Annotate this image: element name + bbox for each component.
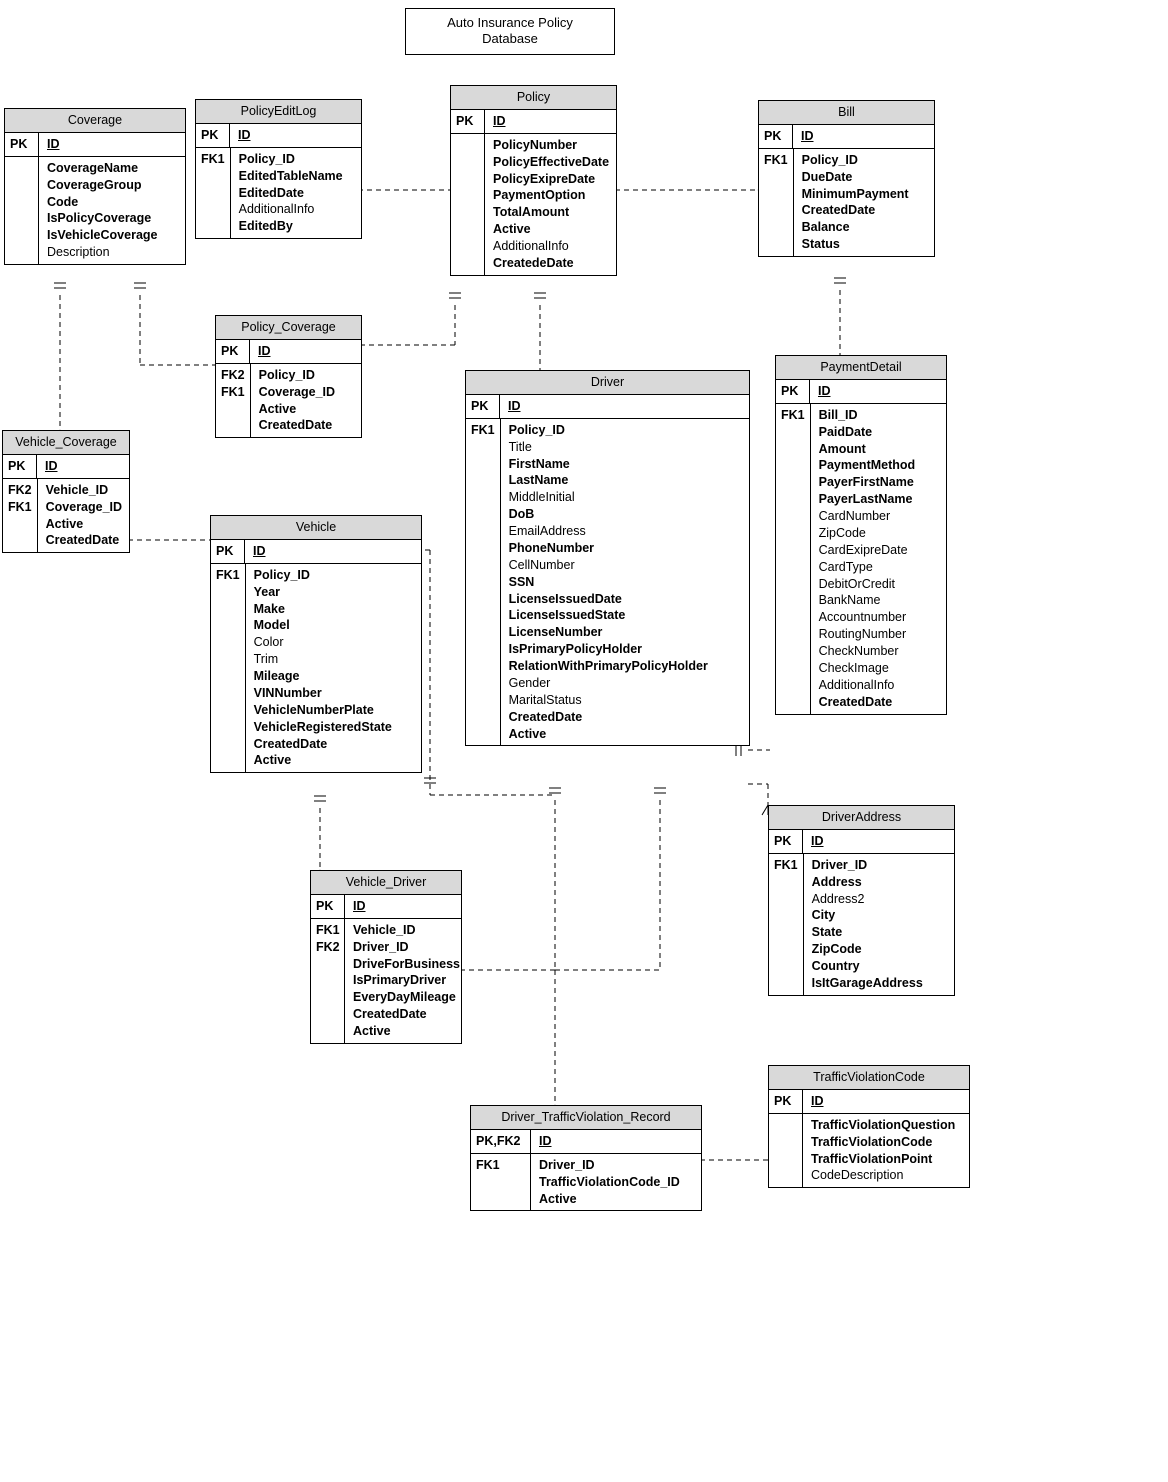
entity-trafficviolationcode: TrafficViolationCode PK ID TrafficViolat…: [768, 1065, 970, 1188]
pk-label: PK: [776, 380, 810, 403]
pk-label: PK: [769, 830, 803, 853]
pk-label: PK: [5, 133, 39, 156]
entity-title: Coverage: [5, 109, 185, 133]
fk-label: FK1: [196, 148, 231, 238]
attrs: PolicyNumberPolicyEffectiveDatePolicyExi…: [485, 134, 616, 275]
entity-title: Vehicle_Coverage: [3, 431, 129, 455]
er-diagram-canvas: Auto Insurance Policy Database: [0, 0, 1168, 1482]
entity-driver-tvr: Driver_TrafficViolation_Record PK,FK2 ID…: [470, 1105, 702, 1211]
entity-driveraddress: DriverAddress PK ID FK1 Driver_IDAddress…: [768, 805, 955, 996]
pk-label: PK: [3, 455, 37, 478]
entity-title: Vehicle: [211, 516, 421, 540]
attrs: CoverageNameCoverageGroupCodeIsPolicyCov…: [39, 157, 185, 264]
fk-label: FK1: [466, 419, 501, 746]
pk-field: ID: [258, 343, 355, 360]
attrs: Vehicle_IDCoverage_IDActiveCreatedDate: [38, 479, 129, 553]
entity-title: TrafficViolationCode: [769, 1066, 969, 1090]
fk-label: FK1: [776, 404, 811, 714]
attrs: TrafficViolationQuestionTrafficViolation…: [803, 1114, 969, 1188]
attrs: Bill_IDPaidDateAmountPaymentMethodPayerF…: [811, 404, 946, 714]
pk-field: ID: [811, 833, 948, 850]
pk-field: ID: [45, 458, 123, 475]
entity-policy: Policy PK ID PolicyNumberPolicyEffective…: [450, 85, 617, 276]
pk-field: ID: [508, 398, 743, 415]
pk-label: PK: [451, 110, 485, 133]
entity-vehicle-coverage: Vehicle_Coverage PK ID FK2 FK1 Vehicle_I…: [2, 430, 130, 553]
entity-vehicle: Vehicle PK ID FK1 Policy_IDYearMakeModel…: [210, 515, 422, 773]
entity-vehicle-driver: Vehicle_Driver PK ID FK1 FK2 Vehicle_IDD…: [310, 870, 462, 1044]
pk-label: PK: [211, 540, 245, 563]
fk-label: FK1: [759, 149, 794, 256]
attrs: Driver_IDTrafficViolationCode_IDActive: [531, 1154, 701, 1211]
pk-field: ID: [353, 898, 455, 915]
entity-driver: Driver PK ID FK1 Policy_IDTitleFirstName…: [465, 370, 750, 746]
entity-title: DriverAddress: [769, 806, 954, 830]
entity-title: Policy: [451, 86, 616, 110]
entity-coverage: Coverage PK ID CoverageNameCoverageGroup…: [4, 108, 186, 265]
entity-title: PolicyEditLog: [196, 100, 361, 124]
diagram-title: Auto Insurance Policy Database: [405, 8, 615, 55]
entity-paymentdetail: PaymentDetail PK ID FK1 Bill_IDPaidDateA…: [775, 355, 947, 715]
pk-label: PK: [466, 395, 500, 418]
pk-field: ID: [238, 127, 355, 144]
entity-policyeditlog: PolicyEditLog PK ID FK1 Policy_IDEditedT…: [195, 99, 362, 239]
entity-title: Driver: [466, 371, 749, 395]
fk-label: FK1: [769, 854, 804, 995]
attrs: Driver_IDAddressAddress2CityStateZipCode…: [804, 854, 954, 995]
attrs: Vehicle_IDDriver_IDDriveForBusinessIsPri…: [345, 919, 466, 1043]
pk-label: PK: [759, 125, 793, 148]
entity-policy-coverage: Policy_Coverage PK ID FK2 FK1 Policy_IDC…: [215, 315, 362, 438]
fk-label: FK2 FK1: [3, 479, 38, 553]
fk-label: FK1: [211, 564, 246, 773]
attrs: Policy_IDTitleFirstNameLastNameMiddleIni…: [501, 419, 749, 746]
pk-field: ID: [801, 128, 928, 145]
attrs: Policy_IDEditedTableNameEditedDateAdditi…: [231, 148, 361, 238]
pk-label: PK,FK2: [471, 1130, 531, 1153]
pk-label: PK: [216, 340, 250, 363]
fk-label: FK2 FK1: [216, 364, 251, 438]
pk-field: ID: [818, 383, 940, 400]
entity-title: Bill: [759, 101, 934, 125]
pk-field: ID: [47, 136, 179, 153]
entity-title: Policy_Coverage: [216, 316, 361, 340]
pk-field: ID: [811, 1093, 963, 1110]
attrs: Policy_IDCoverage_IDActiveCreatedDate: [251, 364, 361, 438]
attrs: Policy_IDYearMakeModelColorTrimMileageVI…: [246, 564, 421, 773]
attrs: Policy_IDDueDateMinimumPaymentCreatedDat…: [794, 149, 934, 256]
entity-title: Driver_TrafficViolation_Record: [471, 1106, 701, 1130]
fk-label: FK1: [471, 1154, 531, 1211]
pk-field: ID: [493, 113, 610, 130]
entity-title: PaymentDetail: [776, 356, 946, 380]
pk-label: PK: [196, 124, 230, 147]
pk-label: PK: [311, 895, 345, 918]
pk-field: ID: [253, 543, 415, 560]
title-text: Auto Insurance Policy Database: [447, 15, 573, 46]
entity-title: Vehicle_Driver: [311, 871, 461, 895]
fk-label: FK1 FK2: [311, 919, 345, 1043]
pk-field: ID: [539, 1133, 695, 1150]
entity-bill: Bill PK ID FK1 Policy_IDDueDateMinimumPa…: [758, 100, 935, 257]
pk-label: PK: [769, 1090, 803, 1113]
